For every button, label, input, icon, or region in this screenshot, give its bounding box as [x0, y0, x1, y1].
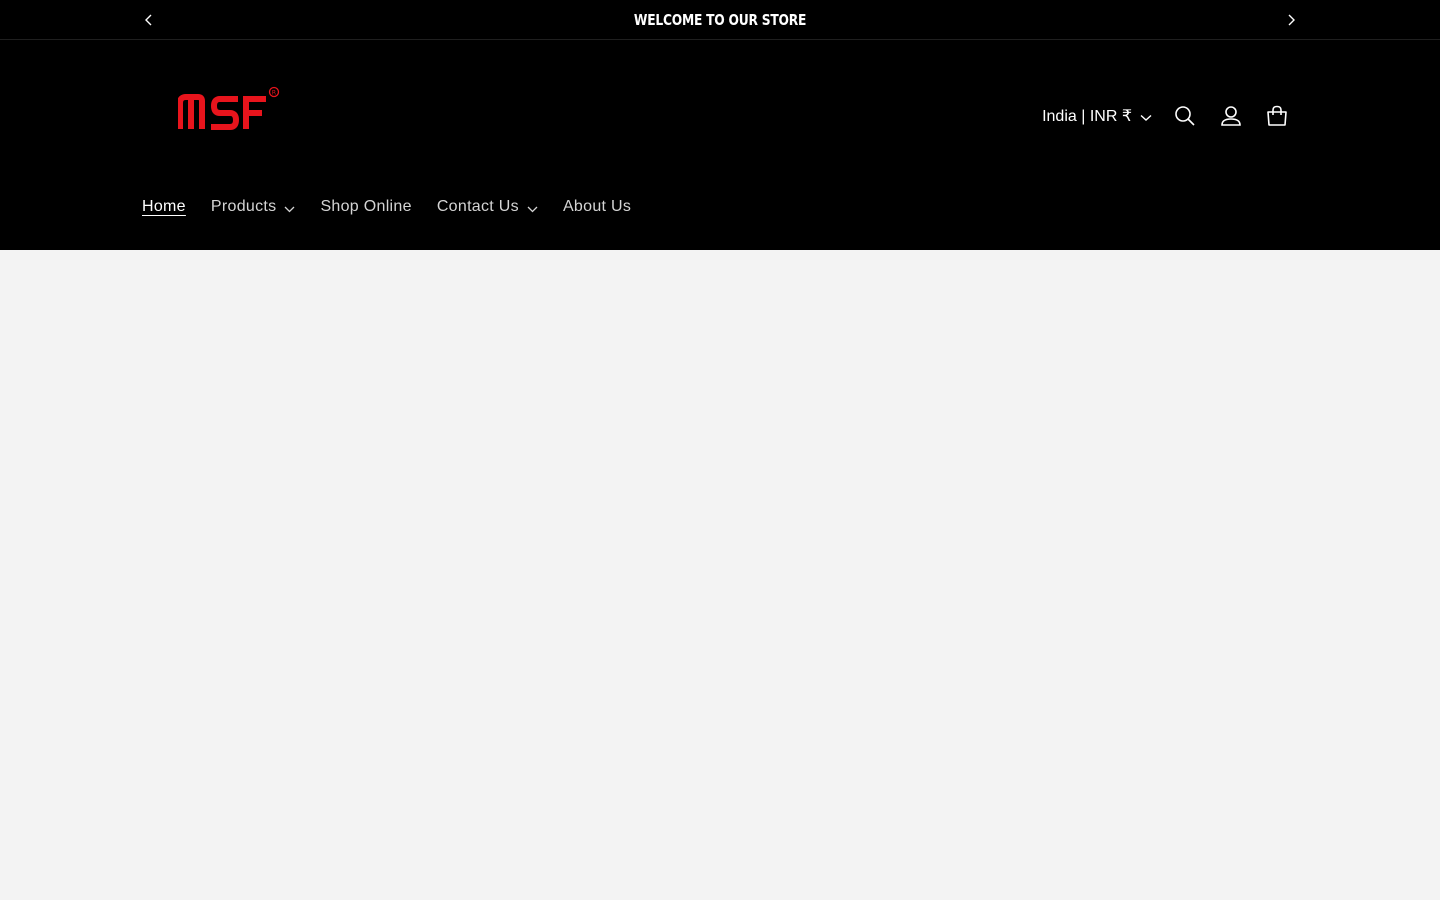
main-content — [0, 250, 1440, 900]
svg-text:R: R — [272, 90, 276, 97]
account-button[interactable] — [1208, 94, 1254, 138]
nav-item-contact-us[interactable]: Contact Us — [437, 198, 538, 216]
nav-item-label: About Us — [562, 198, 632, 215]
nav-item-label: Home — [142, 198, 186, 215]
nav-item-shop-online[interactable]: Shop Online — [320, 198, 411, 216]
msf-logo-icon: R — [177, 86, 280, 130]
nav-item-label: Products — [210, 198, 277, 215]
chevron-down-icon — [527, 206, 538, 212]
announcement-message: WELCOME TO OUR STORE — [633, 11, 807, 29]
chevron-down-icon — [284, 206, 295, 212]
announcement-next-button[interactable] — [1279, 8, 1303, 32]
chevron-down-icon — [1140, 114, 1152, 121]
search-icon — [1175, 106, 1195, 126]
country-currency-selector[interactable]: India | INR ₹ — [1042, 106, 1152, 126]
nav-item-label: Contact Us — [436, 198, 519, 215]
cart-button[interactable] — [1254, 94, 1300, 138]
cart-icon — [1267, 105, 1287, 126]
chevron-right-icon — [1288, 14, 1295, 26]
main-navigation: Home Products Shop Online Contact Us Abo… — [142, 192, 656, 222]
nav-item-products[interactable]: Products — [211, 198, 296, 216]
country-currency-label: India | INR ₹ — [1042, 108, 1132, 125]
account-icon — [1221, 106, 1241, 126]
announcement-bar: WELCOME TO OUR STORE — [0, 0, 1440, 40]
nav-item-home[interactable]: Home — [142, 198, 186, 216]
header-actions: India | INR ₹ — [1042, 98, 1300, 134]
store-logo[interactable]: R — [177, 85, 282, 133]
site-header: R India | INR ₹ Home Products Shop Onlin… — [0, 40, 1440, 250]
nav-item-about-us[interactable]: About Us — [563, 198, 631, 216]
search-button[interactable] — [1162, 94, 1208, 138]
nav-item-label: Shop Online — [320, 198, 412, 215]
